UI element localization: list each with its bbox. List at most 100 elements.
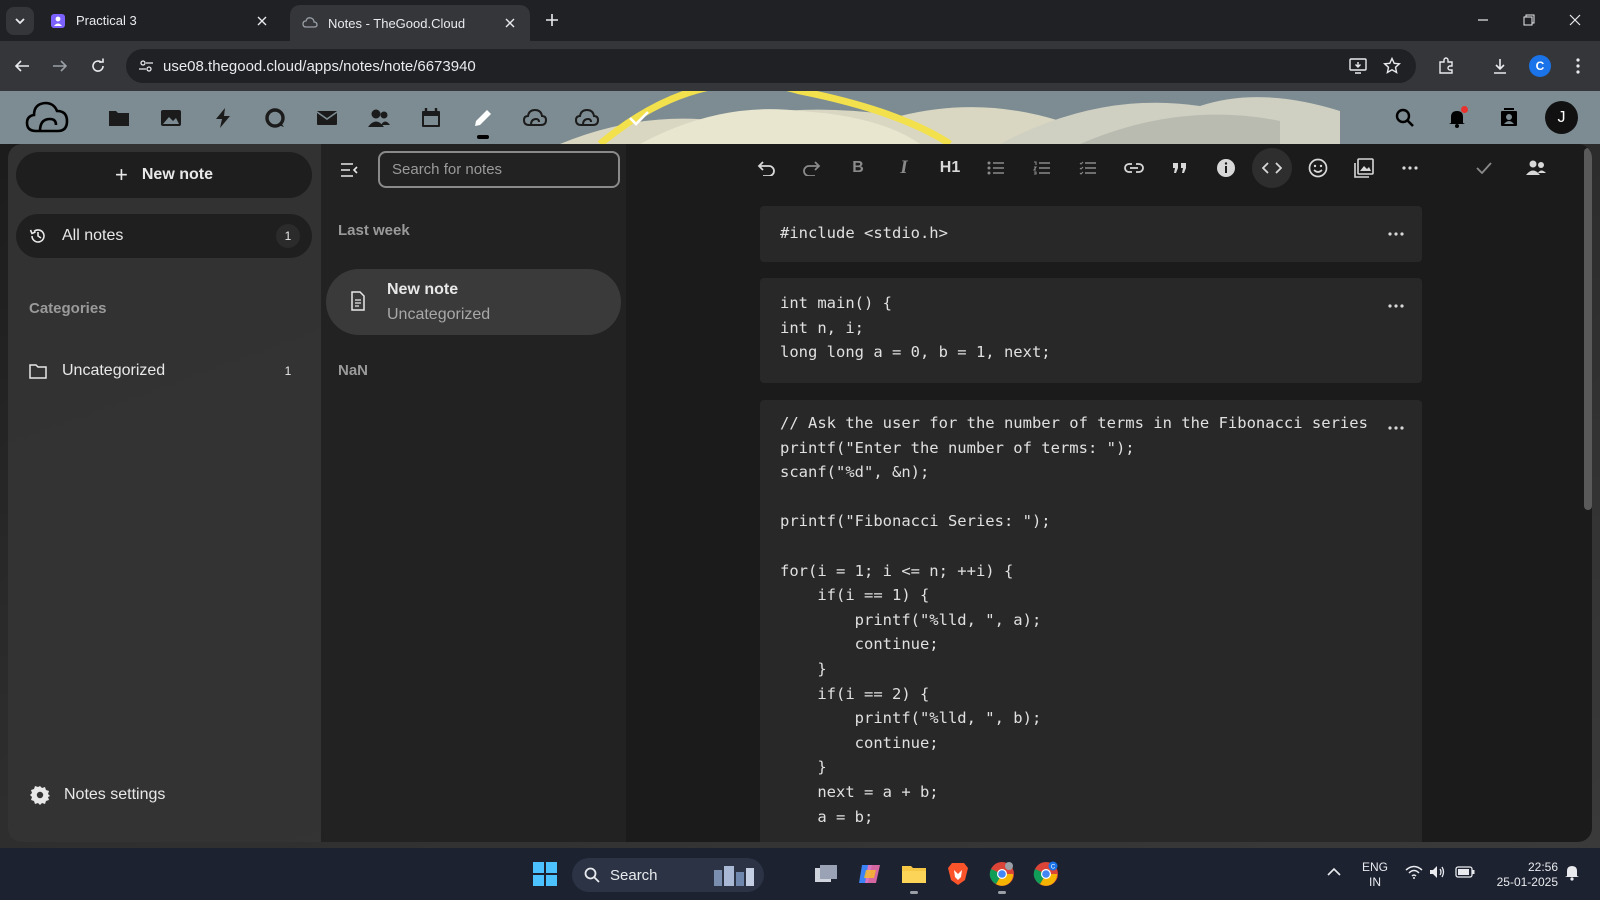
user-avatar[interactable]: J: [1545, 101, 1578, 134]
scrollbar-thumb[interactable]: [1584, 148, 1592, 510]
restore-button[interactable]: [1514, 6, 1544, 34]
start-button[interactable]: [527, 856, 563, 892]
browser-tab-strip: Practical 3 Notes - TheGood.Cloud: [0, 0, 1600, 41]
undo-button[interactable]: [746, 148, 786, 188]
chrome-profile-badge: C: [1051, 865, 1056, 871]
checkmark-icon: [1476, 162, 1492, 174]
heading-button[interactable]: H1: [930, 148, 970, 188]
search-icon[interactable]: [1390, 103, 1420, 133]
minimize-button[interactable]: [1468, 6, 1498, 34]
site-info-icon[interactable]: [134, 54, 158, 78]
browser-menu-icon[interactable]: [1564, 52, 1592, 80]
brave-browser-icon[interactable]: [940, 856, 976, 892]
notes-list: Last week New note Uncategorized NaN: [321, 144, 626, 842]
notification-center-icon[interactable]: [1562, 862, 1582, 882]
cloud-alt-icon[interactable]: [572, 103, 602, 133]
tasks-icon[interactable]: [624, 103, 654, 133]
more-options-button[interactable]: [1390, 148, 1430, 188]
task-list-button[interactable]: [1068, 148, 1108, 188]
code-block-button[interactable]: [1252, 148, 1292, 188]
category-count-badge: 1: [284, 364, 292, 378]
code-block[interactable]: // Ask the user for the number of terms …: [760, 400, 1422, 842]
file-explorer-icon[interactable]: [896, 856, 932, 894]
bullet-list-button[interactable]: [976, 148, 1016, 188]
language-code: ENG: [1362, 860, 1389, 874]
profile-button[interactable]: C: [1526, 52, 1554, 80]
history-icon: [28, 226, 48, 246]
restore-icon: [1523, 14, 1535, 26]
thegoodcloud-logo[interactable]: [24, 97, 70, 137]
emoji-button[interactable]: [1298, 148, 1338, 188]
close-tab-icon[interactable]: [500, 13, 520, 33]
search-icon: [584, 867, 600, 883]
nav-item-uncategorized[interactable]: Uncategorized 1: [16, 349, 312, 393]
chrome-profile-icon[interactable]: C: [1028, 856, 1064, 892]
ordered-list-button[interactable]: [1022, 148, 1062, 188]
taskbar-search[interactable]: Search: [572, 858, 764, 892]
blockquote-button[interactable]: [1160, 148, 1200, 188]
code-block-menu-icon[interactable]: [1384, 294, 1408, 318]
photos-icon[interactable]: [156, 103, 186, 133]
mail-icon[interactable]: [312, 103, 342, 133]
code-block[interactable]: int main() { int n, i; long long a = 0, …: [760, 278, 1422, 383]
contacts-icon[interactable]: [364, 103, 394, 133]
browser-tab[interactable]: Practical 3: [38, 0, 282, 41]
reload-button[interactable]: [84, 52, 112, 80]
system-clock[interactable]: 22:56 25-01-2025: [1488, 860, 1558, 890]
toggle-navigation-button[interactable]: [337, 158, 361, 182]
close-window-button[interactable]: [1560, 6, 1590, 34]
new-tab-button[interactable]: [540, 8, 564, 32]
address-bar[interactable]: use08.thegood.cloud/apps/notes/note/6673…: [126, 49, 1416, 83]
browser-tab-active[interactable]: Notes - TheGood.Cloud: [290, 5, 530, 41]
copilot-icon[interactable]: [852, 856, 888, 892]
code-block-menu-icon[interactable]: [1384, 416, 1408, 440]
chevron-down-icon: [15, 18, 25, 25]
cloud-icon[interactable]: [520, 103, 550, 133]
notification-dot: [1461, 106, 1468, 113]
contacts-menu-icon[interactable]: [1494, 103, 1524, 133]
wifi-icon[interactable]: [1404, 862, 1424, 882]
notes-count-badge: 1: [276, 224, 300, 248]
task-view-icon[interactable]: [808, 856, 844, 892]
language-indicator[interactable]: ENG IN: [1362, 860, 1388, 890]
extensions-icon[interactable]: [1432, 52, 1460, 80]
close-tab-icon[interactable]: [252, 11, 272, 31]
teams-icon: [51, 13, 65, 28]
volume-icon[interactable]: [1428, 862, 1448, 882]
downloads-icon[interactable]: [1486, 52, 1514, 80]
notes-icon[interactable]: [468, 103, 498, 139]
callout-button[interactable]: [1206, 148, 1246, 188]
link-button[interactable]: [1114, 148, 1154, 188]
share-button[interactable]: [1516, 148, 1556, 188]
battery-icon[interactable]: [1454, 862, 1476, 882]
talk-icon[interactable]: [260, 103, 290, 133]
files-icon[interactable]: [104, 103, 134, 133]
activity-icon[interactable]: [208, 103, 238, 133]
notes-settings-button[interactable]: Notes settings: [30, 785, 165, 805]
code-block[interactable]: #include <stdio.h>: [760, 206, 1422, 262]
editor-scrollbar[interactable]: [1584, 144, 1592, 842]
folder-icon: [28, 361, 48, 381]
chrome-icon[interactable]: [984, 856, 1020, 894]
redo-button[interactable]: [792, 148, 832, 188]
close-icon: [1569, 14, 1581, 26]
new-note-button[interactable]: + New note: [16, 152, 312, 198]
info-icon: [1217, 159, 1235, 177]
tab-search-button[interactable]: [6, 7, 34, 35]
code-block-menu-icon[interactable]: [1384, 222, 1408, 246]
insert-image-button[interactable]: [1344, 148, 1384, 188]
search-input[interactable]: [378, 151, 620, 188]
notifications-bell-icon[interactable]: [1442, 103, 1472, 133]
forward-button[interactable]: [46, 52, 74, 80]
italic-button[interactable]: I: [884, 148, 924, 188]
bold-button[interactable]: B: [838, 148, 878, 188]
show-hidden-icons[interactable]: [1324, 862, 1344, 882]
list-item-note[interactable]: New note Uncategorized: [326, 269, 621, 335]
calendar-icon[interactable]: [416, 103, 446, 133]
nav-item-all-notes[interactable]: All notes 1: [16, 214, 312, 258]
menu-collapse-icon: [341, 163, 358, 177]
install-app-icon[interactable]: [1346, 54, 1370, 78]
bookmark-star-icon[interactable]: [1380, 54, 1404, 78]
back-button[interactable]: [8, 52, 36, 80]
windows-taskbar: Search C ENG IN 22:56 25-01-2025: [0, 848, 1600, 900]
